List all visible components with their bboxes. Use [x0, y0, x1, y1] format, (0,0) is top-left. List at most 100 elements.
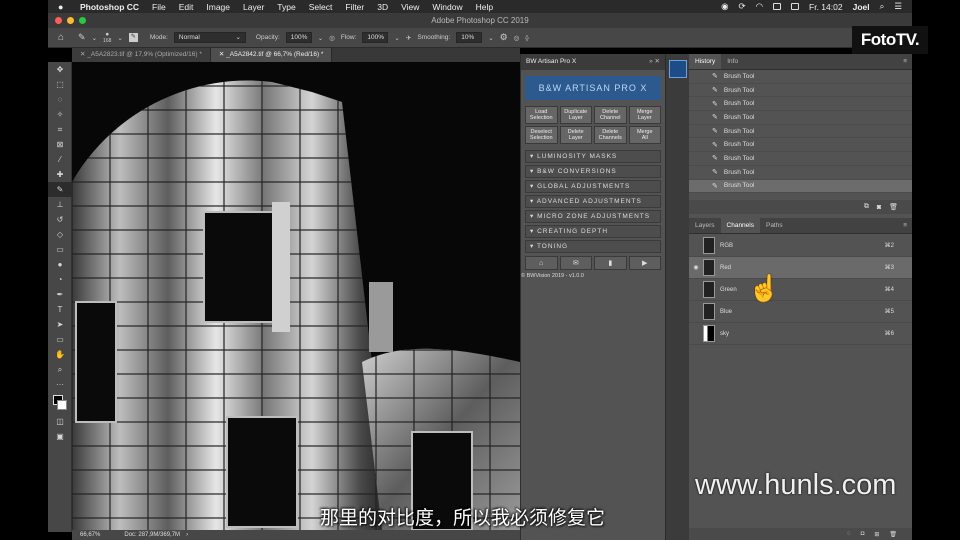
- clock[interactable]: Fr. 14:02: [809, 2, 843, 12]
- zoom-tool-icon[interactable]: ⌕: [48, 362, 72, 377]
- trash-icon[interactable]: 🗑: [889, 531, 897, 538]
- delete-layer-button[interactable]: Delete Layer: [559, 126, 592, 144]
- close-window-button[interactable]: [55, 17, 62, 24]
- delete-channels-button[interactable]: Delete Channels: [594, 126, 627, 144]
- menu-select[interactable]: Select: [309, 2, 333, 12]
- history-item[interactable]: ✎ Brush Tool: [689, 152, 912, 166]
- eraser-tool-icon[interactable]: ◇: [48, 227, 72, 242]
- new-channel-icon[interactable]: ⊞: [874, 531, 879, 538]
- pressure-size-icon[interactable]: ◎: [514, 34, 520, 42]
- mail-icon[interactable]: ✉: [559, 256, 592, 270]
- tab-layers[interactable]: Layers: [689, 218, 721, 233]
- new-document-from-state-icon[interactable]: ⧉: [864, 203, 869, 211]
- smoothing-field[interactable]: 10%: [456, 32, 483, 43]
- close-icon[interactable]: ✕: [219, 51, 224, 58]
- menu-layer[interactable]: Layer: [243, 2, 264, 12]
- flow-field[interactable]: 100%: [362, 32, 389, 43]
- screen-mode-icon[interactable]: ▣: [48, 429, 72, 444]
- history-item[interactable]: ✎ Brush Tool: [689, 166, 912, 180]
- menu-type[interactable]: Type: [277, 2, 295, 12]
- app-menu[interactable]: Photoshop CC: [80, 2, 139, 12]
- save-selection-channel-icon[interactable]: ◘: [861, 531, 865, 537]
- sync-icon[interactable]: ⟳: [738, 1, 745, 12]
- gradient-tool-icon[interactable]: ▭: [48, 242, 72, 257]
- close-icon[interactable]: ✕: [80, 51, 85, 58]
- menu-image[interactable]: Image: [206, 2, 230, 12]
- healing-brush-tool-icon[interactable]: ✚: [48, 167, 72, 182]
- mode-select[interactable]: Normal ⌄: [173, 32, 246, 43]
- battery-icon[interactable]: [791, 3, 800, 10]
- merge-layer-button[interactable]: Merge Layer: [628, 106, 661, 124]
- history-item[interactable]: ✎ Brush Tool: [689, 70, 912, 84]
- crop-tool-icon[interactable]: ⌗: [48, 122, 72, 137]
- path-selection-tool-icon[interactable]: ➤: [48, 317, 72, 332]
- eye-icon[interactable]: ◉: [689, 264, 703, 271]
- channel-row-blue[interactable]: Blue ⌘5: [689, 301, 912, 324]
- menu-view[interactable]: View: [401, 2, 419, 12]
- color-swatches-icon[interactable]: [48, 392, 72, 414]
- history-item[interactable]: ✎ Brush Tool: [689, 111, 912, 125]
- section-bw-conversions[interactable]: ▾ B&W CONVERSIONS: [525, 165, 661, 178]
- chevron-down-icon[interactable]: ⌄: [488, 34, 493, 42]
- section-advanced-adjustments[interactable]: ▾ ADVANCED ADJUSTMENTS: [525, 195, 661, 208]
- home-icon[interactable]: ⌂: [58, 32, 64, 43]
- menu-file[interactable]: File: [152, 2, 166, 12]
- history-item-selected[interactable]: ✎ Brush Tool: [689, 179, 912, 194]
- chevron-down-icon[interactable]: ⌄: [117, 34, 122, 42]
- record-icon[interactable]: ◉: [721, 1, 728, 12]
- apple-icon[interactable]: ●: [58, 2, 68, 12]
- channel-row-sky[interactable]: sky ⌘6: [689, 323, 912, 346]
- wifi-icon[interactable]: ◠: [756, 1, 763, 12]
- trash-icon[interactable]: 🗑: [889, 203, 898, 211]
- deselect-selection-button[interactable]: Deselect Selection: [525, 126, 558, 144]
- tab-channels[interactable]: Channels: [720, 218, 760, 234]
- pen-tool-icon[interactable]: ✒: [48, 287, 72, 302]
- chevron-down-icon[interactable]: ⌄: [394, 34, 399, 42]
- brush-panel-toggle-icon[interactable]: ✎: [128, 33, 138, 42]
- document-tab[interactable]: ✕ _A5A2823.tif @ 17,9% (Optimized/16) *: [72, 48, 211, 62]
- move-tool-icon[interactable]: ✥: [48, 62, 72, 77]
- brush-size-picker[interactable]: ● 168: [103, 31, 111, 44]
- section-global-adjustments[interactable]: ▾ GLOBAL ADJUSTMENTS: [525, 180, 661, 193]
- book-icon[interactable]: ▮: [594, 256, 627, 270]
- marquee-tool-icon[interactable]: ⬚: [48, 77, 72, 92]
- camera-icon[interactable]: ◙: [877, 204, 881, 211]
- section-toning[interactable]: ▾ TONING: [525, 240, 661, 253]
- frame-tool-icon[interactable]: ⊠: [48, 137, 72, 152]
- merge-all-button[interactable]: Merge All: [628, 126, 661, 144]
- tab-history[interactable]: History: [689, 54, 722, 69]
- panel-menu-icon[interactable]: ≡: [903, 218, 912, 233]
- doc-size[interactable]: Doc: 287,9M/369,7M: [124, 532, 180, 538]
- hand-tool-icon[interactable]: ✋: [48, 347, 72, 362]
- menu-window[interactable]: Window: [432, 2, 462, 12]
- dodge-tool-icon[interactable]: ◔: [48, 272, 72, 287]
- chevron-down-icon[interactable]: ⌄: [92, 34, 97, 42]
- collapse-icon[interactable]: » ✕: [649, 54, 665, 70]
- tab-info[interactable]: Info: [721, 54, 744, 69]
- document-tab-active[interactable]: ✕ _A5A2842.tif @ 66,7% (Red/16) *: [210, 48, 333, 62]
- history-brush-tool-icon[interactable]: ↺: [48, 212, 72, 227]
- section-micro-zone-adjustments[interactable]: ▾ MICRO ZONE ADJUSTMENTS: [525, 210, 661, 223]
- pressure-opacity-icon[interactable]: ◎: [329, 34, 335, 42]
- zoom-window-button[interactable]: [79, 17, 86, 24]
- chevron-right-icon[interactable]: ›: [186, 532, 188, 538]
- delete-channel-button[interactable]: Delete Channel: [594, 106, 627, 124]
- menu-list-icon[interactable]: ☰: [894, 1, 902, 12]
- rectangle-tool-icon[interactable]: ▭: [48, 332, 72, 347]
- menu-filter[interactable]: Filter: [345, 2, 364, 12]
- brush-preset-icon[interactable]: ✎: [78, 32, 86, 43]
- video-icon[interactable]: ▶: [628, 256, 661, 270]
- history-item[interactable]: ✎ Brush Tool: [689, 84, 912, 98]
- type-tool-icon[interactable]: T: [48, 302, 72, 317]
- history-item[interactable]: ✎ Brush Tool: [689, 125, 912, 139]
- menu-3d[interactable]: 3D: [377, 2, 388, 12]
- bw-artisan-panel-icon[interactable]: [669, 60, 687, 78]
- channel-row-red[interactable]: ◉ Red ⌘3: [689, 257, 912, 280]
- section-luminosity-masks[interactable]: ▾ LUMINOSITY MASKS: [525, 150, 661, 163]
- zoom-level[interactable]: 66,67%: [80, 532, 100, 538]
- airplay-icon[interactable]: [773, 3, 782, 10]
- airbrush-icon[interactable]: ✈: [406, 34, 411, 42]
- eyedropper-tool-icon[interactable]: ⁄: [48, 152, 72, 167]
- brush-tool-icon[interactable]: ✎: [48, 182, 72, 197]
- section-creating-depth[interactable]: ▾ CREATING DEPTH: [525, 225, 661, 238]
